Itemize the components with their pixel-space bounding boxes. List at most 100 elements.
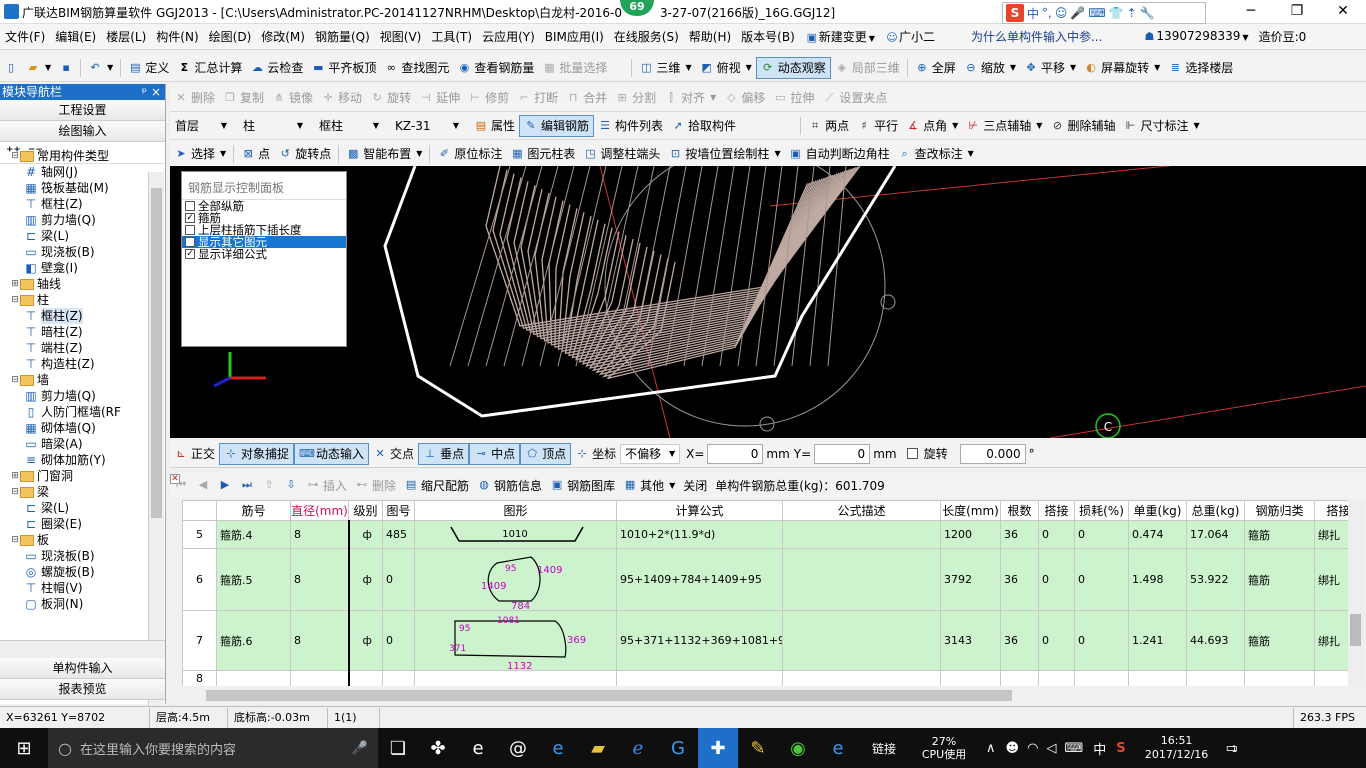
collapse-icon[interactable]: ⊟ [10,148,20,164]
select-floor-button[interactable]: ≣ 选择楼层 [1164,57,1237,79]
delete-button[interactable]: ✕ 删除 [170,87,219,109]
screen-rotate-button[interactable]: ◐ 屏幕旋转 ▼ [1080,57,1164,79]
column-table-button[interactable]: ▦ 图元柱表 [506,143,579,165]
grip-button[interactable]: ⟋ 设置夹点 [818,87,891,109]
next-button[interactable]: ▶ [214,478,236,492]
rotate-input[interactable]: 0.000 [959,443,1026,464]
component-list-button[interactable]: ☰ 构件列表 [594,115,667,137]
smart-layout-button[interactable]: ▩ 智能布置 ▼ [342,143,426,165]
ime-emoji-icon[interactable]: ☺ [1055,6,1068,20]
taskbar-search[interactable]: ○ 在这里输入你要搜索的内容 🎤 [48,728,378,768]
collapse-icon[interactable]: ⊟ [10,484,20,500]
table-row[interactable]: 8 [182,670,1348,686]
midpoint-toggle[interactable]: ⊸ 中点 [469,442,521,465]
dimension-button[interactable]: ⊩ 尺寸标注 ▼ [1119,115,1203,137]
header-loss[interactable]: 损耗(%) [1074,500,1129,521]
rotate-checkbox[interactable] [906,448,918,459]
taskbar-link[interactable]: 链接 [872,740,896,757]
flat-board-button[interactable]: ▬ 平齐板顶 [307,57,380,79]
table-close-button[interactable]: 关闭 [679,477,711,494]
panel-checkbox[interactable] [185,201,195,211]
mirror-button[interactable]: ⋔ 镜像 [268,87,317,109]
tree-item[interactable]: ▢ 板洞(N) [24,596,83,612]
cloud-check-button[interactable]: ☁ 云检查 [246,57,307,79]
type-select[interactable]: 柱 ▼ [238,116,308,136]
extend-button[interactable]: ⊣ 延伸 [415,87,464,109]
cell-shape[interactable]: 95 1409 1409 784 [414,548,617,611]
nav-single-input[interactable]: 单构件输入 [0,658,165,679]
header-class[interactable]: 钢筋归类 [1244,500,1315,521]
panel-checkbox[interactable] [185,237,195,247]
3d-button[interactable]: ◫ 三维 ▼ [635,57,695,79]
cell-desc[interactable] [782,548,941,611]
cell-total-weight[interactable]: 17.064 [1186,520,1245,549]
trim-button[interactable]: ⊢ 修剪 [464,87,513,109]
tree-item[interactable]: ⊟ 墙 [10,372,49,388]
plan-view-button[interactable]: ◩ 俯视 ▼ [696,57,756,79]
table-hscrollbar[interactable] [182,688,1348,704]
object-snap-toggle[interactable]: ⊹ 对象捕捉 [219,442,295,465]
ime-chinese-icon[interactable]: 中 [1027,5,1039,22]
header-diameter[interactable]: 直径(mm) [290,500,349,521]
offset-select[interactable]: 不偏移 ▼ [620,443,681,464]
header-length[interactable]: 长度(mm) [940,500,1001,521]
align-button[interactable]: ⫿ 对齐 ▼ [660,87,720,109]
table-delete-button[interactable]: ⊷ 删除 [351,477,400,494]
cell-loss[interactable]: 0 [1074,610,1129,671]
table-row[interactable]: 7 箍筋.6 8 ф 0 95 1081 369 371 1132 95+371… [182,610,1348,671]
tree-item[interactable]: ▦ 砌体墙(Q) [24,420,95,436]
cell-loss[interactable]: 0 [1074,520,1129,549]
ime-settings-icon[interactable]: 🔧 [1140,6,1155,20]
cell-shape[interactable]: 95 1081 369 371 1132 [414,610,617,671]
cell-length[interactable]: 3143 [940,610,1001,671]
tree-item[interactable]: ▭ 暗梁(A) [24,436,82,452]
cell-name[interactable]: 箍筋.6 [216,610,291,671]
zoom-button[interactable]: ⊖ 缩放 ▼ [960,57,1020,79]
tree-item[interactable]: ⊤ 柱帽(V) [24,580,83,596]
sum-button[interactable]: Σ 汇总计算 [173,57,246,79]
cell-lap-type[interactable]: 绑扎 [1314,610,1348,671]
tree-item[interactable]: ◧ 壁龛(I) [24,260,78,276]
minimize-button[interactable]: ─ [1228,0,1274,24]
tree-item[interactable]: ⊏ 梁(L) [24,500,69,516]
auto-corner-column-button[interactable]: ▣ 自动判断边角柱 [785,143,894,165]
cell-formula[interactable]: 95+1409+784+1409+95 [616,548,783,611]
cell-length[interactable]: 1200 [940,520,1001,549]
delete-axis-button[interactable]: ⊘ 删除辅轴 [1046,115,1119,137]
sogou-tray-icon[interactable]: S [1116,741,1125,756]
undo-button[interactable]: ↶ ▼ [84,57,117,79]
cell-loss[interactable]: 0 [1074,548,1129,611]
tree-item[interactable]: ⊟ 梁 [10,484,49,500]
merge-button[interactable]: ⊓ 合并 [562,87,611,109]
cell-fig[interactable]: 0 [382,610,415,671]
wifi-icon[interactable]: ◠ [1027,741,1038,756]
in-place-annotation-button[interactable]: ✐ 原位标注 [433,143,506,165]
cell-lap[interactable]: 0 [1038,610,1075,671]
tree-item[interactable]: # 轴网(J) [24,164,78,180]
notification-badge[interactable]: 69 [620,0,654,16]
menu-cloud[interactable]: 云应用(Y) [477,28,540,45]
batch-select-button[interactable]: ▦ 批量选择 [538,57,611,79]
menu-file[interactable]: 文件(F) [0,28,50,45]
cell-class[interactable]: 箍筋 [1244,520,1315,549]
cell-shape[interactable]: 1010 [414,520,617,549]
menu-draw[interactable]: 绘图(D) [204,28,257,45]
keyboard-icon[interactable]: ⌨ [1064,741,1083,756]
volume-icon[interactable]: ◁ [1046,741,1056,756]
header-total-weight[interactable]: 总重(kg) [1186,500,1245,521]
x-input[interactable]: 0 [707,443,764,464]
tree-item[interactable]: ⊟ 常用构件类型 [10,148,109,164]
menu-view[interactable]: 视图(V) [375,28,427,45]
cell-total-weight[interactable]: 53.922 [1186,548,1245,611]
header-shape[interactable]: 图形 [414,500,617,521]
find-element-button[interactable]: ∞ 查找图元 [380,57,453,79]
input-lang[interactable]: 中 [1093,739,1106,758]
three-point-axis-button[interactable]: ⊬ 三点辅轴 ▼ [962,115,1046,137]
cell-desc[interactable] [782,520,941,549]
fullscreen-button[interactable]: ⊕ 全屏 [911,57,960,79]
tree-item[interactable]: ≡ 砌体加筋(Y) [24,452,106,468]
nav-draw-input[interactable]: 绘图输入 [0,121,165,142]
cell-unit-weight[interactable]: 1.498 [1128,548,1187,611]
cell-total-weight[interactable]: 44.693 [1186,610,1245,671]
cell-name[interactable]: 箍筋.5 [216,548,291,611]
